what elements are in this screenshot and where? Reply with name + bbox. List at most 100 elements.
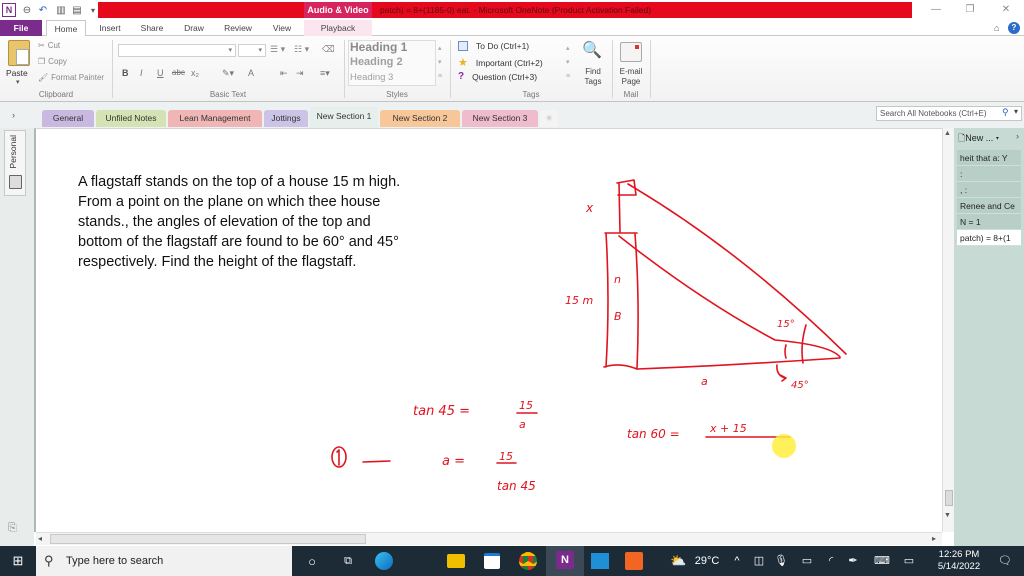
search-scope-dropdown-icon[interactable]: ▾ (1014, 107, 1018, 116)
tab-playback[interactable]: Playback (304, 20, 372, 36)
style-heading-1[interactable]: Heading 1 (350, 40, 407, 54)
search-icon[interactable]: ⚲ (1002, 107, 1009, 118)
cortana-icon[interactable]: ○ (302, 551, 322, 571)
numbering-icon[interactable]: ☷ ▾ (294, 44, 309, 55)
subscript-button[interactable]: x₂ (191, 68, 199, 78)
tags-scroll-icon[interactable]: ▴ ▾ ≡ (566, 42, 570, 84)
hscroll-thumb[interactable] (50, 534, 366, 544)
increase-indent-icon[interactable]: ⇥ (296, 68, 304, 79)
tablet-mode-icon[interactable]: ▭ (902, 546, 916, 576)
tab-view[interactable]: View (266, 20, 298, 36)
tab-review[interactable]: Review (220, 20, 256, 36)
section-tab-general[interactable]: General (42, 110, 94, 127)
font-size-select[interactable]: ▾ (238, 44, 266, 57)
minimize-button[interactable]: — (924, 2, 948, 18)
tag-important[interactable]: ★ Important (Ctrl+2) (458, 56, 543, 69)
cut-button[interactable]: ✂ Cut (38, 41, 60, 50)
font-family-select[interactable]: ▾ (118, 44, 236, 57)
section-tab-new-section-3[interactable]: New Section 3 (462, 110, 538, 127)
underline-button[interactable]: U (157, 68, 164, 78)
clock[interactable]: 12:26 PM 5/14/2022 (934, 549, 984, 573)
media-player-icon[interactable] (591, 553, 609, 569)
decrease-indent-icon[interactable]: ⇤ (280, 68, 288, 79)
styles-scroll-icon[interactable]: ▴ ▾ ≡ (438, 42, 442, 84)
close-button[interactable]: ✕ (994, 2, 1018, 18)
section-tab-new-section-2[interactable]: New Section 2 (380, 110, 460, 127)
full-page-view-icon[interactable]: ▤ (70, 3, 84, 17)
align-icon[interactable]: ≡▾ (320, 68, 330, 79)
new-page-button[interactable]: 🗋New ... ▾ (958, 131, 999, 147)
recorder-icon[interactable] (625, 552, 643, 570)
font-color-button[interactable]: A (248, 68, 254, 78)
page-item-active[interactable]: patch) = 8+(1 (957, 230, 1021, 246)
style-heading-3[interactable]: Heading 3 (350, 72, 393, 83)
strikethrough-button[interactable]: abc (172, 68, 185, 77)
dock-to-desktop-icon[interactable]: ▥ (54, 3, 68, 17)
page-item[interactable]: : (957, 166, 1021, 182)
italic-button[interactable]: I (140, 68, 143, 78)
scroll-left-icon[interactable]: ◂ (38, 534, 42, 543)
section-tab-unfiled-notes[interactable]: Unfiled Notes (96, 110, 166, 127)
minimize-ribbon-icon[interactable]: ⌂ (994, 23, 999, 33)
format-painter-button[interactable]: 🖌 Format Painter (38, 73, 104, 82)
style-heading-2[interactable]: Heading 2 (350, 56, 403, 68)
help-icon[interactable]: ? (1008, 22, 1020, 34)
paste-icon[interactable] (8, 40, 30, 66)
tab-share[interactable]: Share (136, 20, 168, 36)
back-icon[interactable]: ⊖ (20, 3, 34, 17)
page-item[interactable]: heit that a: Y (957, 150, 1021, 166)
new-section-button[interactable]: ✳ (540, 110, 558, 127)
store-icon[interactable] (484, 553, 500, 569)
email-page-icon[interactable] (620, 42, 642, 62)
expand-navigation-icon[interactable]: › (12, 110, 15, 120)
page-item[interactable]: N = 1 (957, 214, 1021, 230)
show-hidden-icons[interactable]: ^ (730, 546, 744, 576)
bullets-icon[interactable]: ☰ ▾ (270, 44, 285, 55)
tab-insert[interactable]: Insert (94, 20, 126, 36)
section-tab-new-section-1[interactable]: New Section 1 (310, 107, 378, 128)
paste-button[interactable]: Paste (6, 68, 28, 78)
task-view-icon[interactable]: ⧉ (338, 551, 358, 571)
touch-keyboard-icon[interactable]: ⌨ (872, 546, 892, 576)
scroll-down-icon[interactable]: ▼ (944, 512, 951, 519)
battery-icon[interactable]: ▭ (800, 546, 814, 576)
weather-icon[interactable]: ⛅ (670, 546, 686, 576)
action-center-icon[interactable]: 🗨 (996, 546, 1014, 576)
unfiled-notes-icon[interactable]: ⎘ (8, 522, 17, 535)
copy-button[interactable]: ❐ Copy (38, 57, 67, 66)
restore-button[interactable]: ❐ (958, 2, 982, 18)
highlight-icon[interactable]: ✎▾ (222, 68, 234, 79)
undo-icon[interactable]: ↶ (36, 3, 50, 17)
chrome-icon[interactable] (519, 552, 537, 570)
notebook-tab-personal[interactable]: Personal (4, 130, 26, 196)
taskbar-search-input[interactable]: Type here to search (36, 546, 292, 576)
scroll-thumb[interactable] (945, 490, 953, 506)
question-text[interactable]: A flagstaff stands on the top of a house… (78, 172, 478, 272)
weather-temperature[interactable]: 29°C (690, 546, 724, 576)
tab-home[interactable]: Home (46, 20, 86, 37)
microphone-icon[interactable]: 🎙 (774, 546, 788, 576)
find-tags-icon[interactable]: 🔍 (582, 40, 602, 60)
paste-dropdown-icon[interactable]: ▾ (16, 78, 20, 86)
page-item[interactable]: , : (957, 182, 1021, 198)
bold-button[interactable]: B (122, 68, 129, 78)
edge-icon[interactable] (375, 552, 393, 570)
collapse-page-tabs-icon[interactable]: › (1016, 131, 1019, 141)
horizontal-scrollbar[interactable]: ◂ ▸ (36, 532, 942, 545)
meet-now-icon[interactable]: ◫ (752, 546, 766, 576)
section-tab-lean-management[interactable]: Lean Management (168, 110, 262, 127)
file-explorer-icon[interactable] (447, 554, 465, 568)
email-page-button[interactable]: E-mail Page (616, 67, 646, 87)
vertical-scrollbar[interactable]: ▲ ▼ (942, 128, 954, 532)
tab-file[interactable]: File (0, 20, 42, 36)
page-item[interactable]: Renee and Ce (957, 198, 1021, 214)
clear-formatting-icon[interactable]: ⌫ (322, 44, 335, 55)
search-notebooks-input[interactable]: Search All Notebooks (Ctrl+E) (876, 106, 1022, 121)
network-icon[interactable]: ◜ (824, 546, 838, 576)
scroll-right-icon[interactable]: ▸ (932, 534, 936, 543)
windows-start-icon[interactable]: ⊞ (8, 551, 28, 571)
pen-icon[interactable]: ✒ (846, 546, 860, 576)
find-tags-button[interactable]: Find Tags (580, 67, 606, 87)
section-tab-jottings[interactable]: Jottings (264, 110, 308, 127)
onenote-taskbar-button[interactable]: N (546, 546, 584, 576)
